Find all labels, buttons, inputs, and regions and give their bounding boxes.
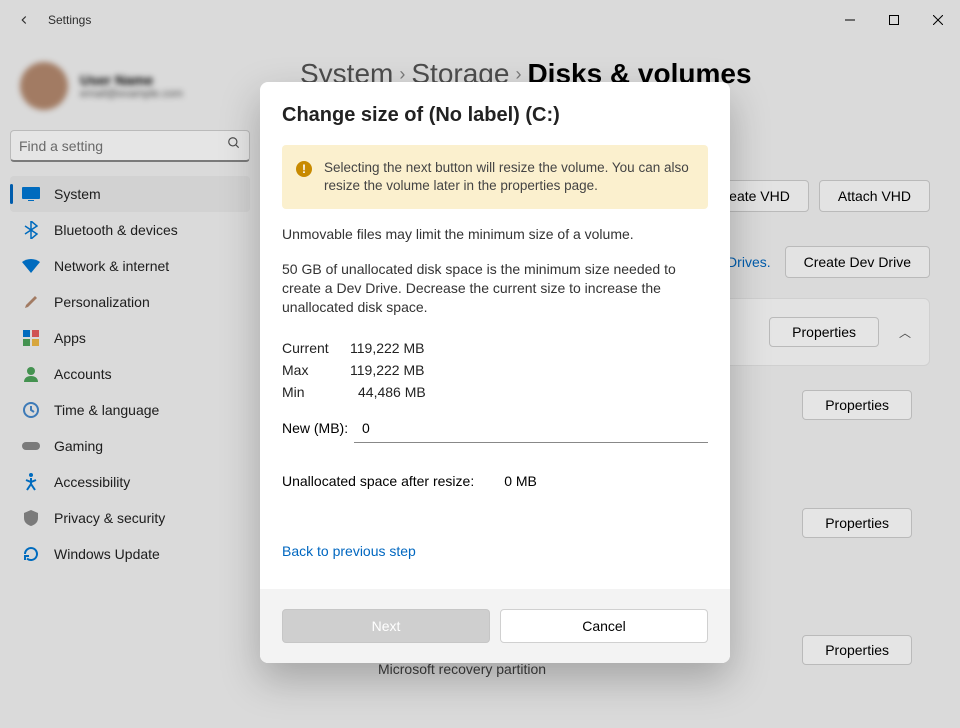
unallocated-label: Unallocated space after resize: [282, 473, 474, 489]
cancel-button[interactable]: Cancel [500, 609, 708, 643]
next-button[interactable]: Next [282, 609, 490, 643]
new-size-label: New (MB): [282, 420, 354, 436]
min-value: 44,486 MB [350, 384, 426, 400]
max-value: 119,222 MB [350, 362, 424, 378]
current-label: Current [282, 340, 342, 356]
warning-banner: ! Selecting the next button will resize … [282, 145, 708, 209]
new-size-input[interactable] [354, 413, 708, 443]
warning-text: Selecting the next button will resize th… [324, 160, 689, 193]
unallocated-value: 0 MB [504, 473, 537, 489]
resize-dialog: Change size of (No label) (C:) ! Selecti… [260, 82, 730, 663]
new-size-row: New (MB): [282, 413, 708, 443]
warning-icon: ! [296, 161, 312, 177]
min-label: Min [282, 384, 342, 400]
max-label: Max [282, 362, 342, 378]
size-info: Current 119,222 MB Max 119,222 MB Min 44… [282, 337, 708, 403]
dialog-footer: Next Cancel [260, 589, 730, 663]
back-to-previous-link[interactable]: Back to previous step [282, 543, 416, 559]
info-text-1: Unmovable files may limit the minimum si… [282, 225, 708, 244]
unallocated-row: Unallocated space after resize: 0 MB [282, 473, 708, 489]
current-value: 119,222 MB [350, 340, 424, 356]
dialog-title: Change size of (No label) (C:) [282, 104, 708, 127]
info-text-2: 50 GB of unallocated disk space is the m… [282, 260, 708, 317]
